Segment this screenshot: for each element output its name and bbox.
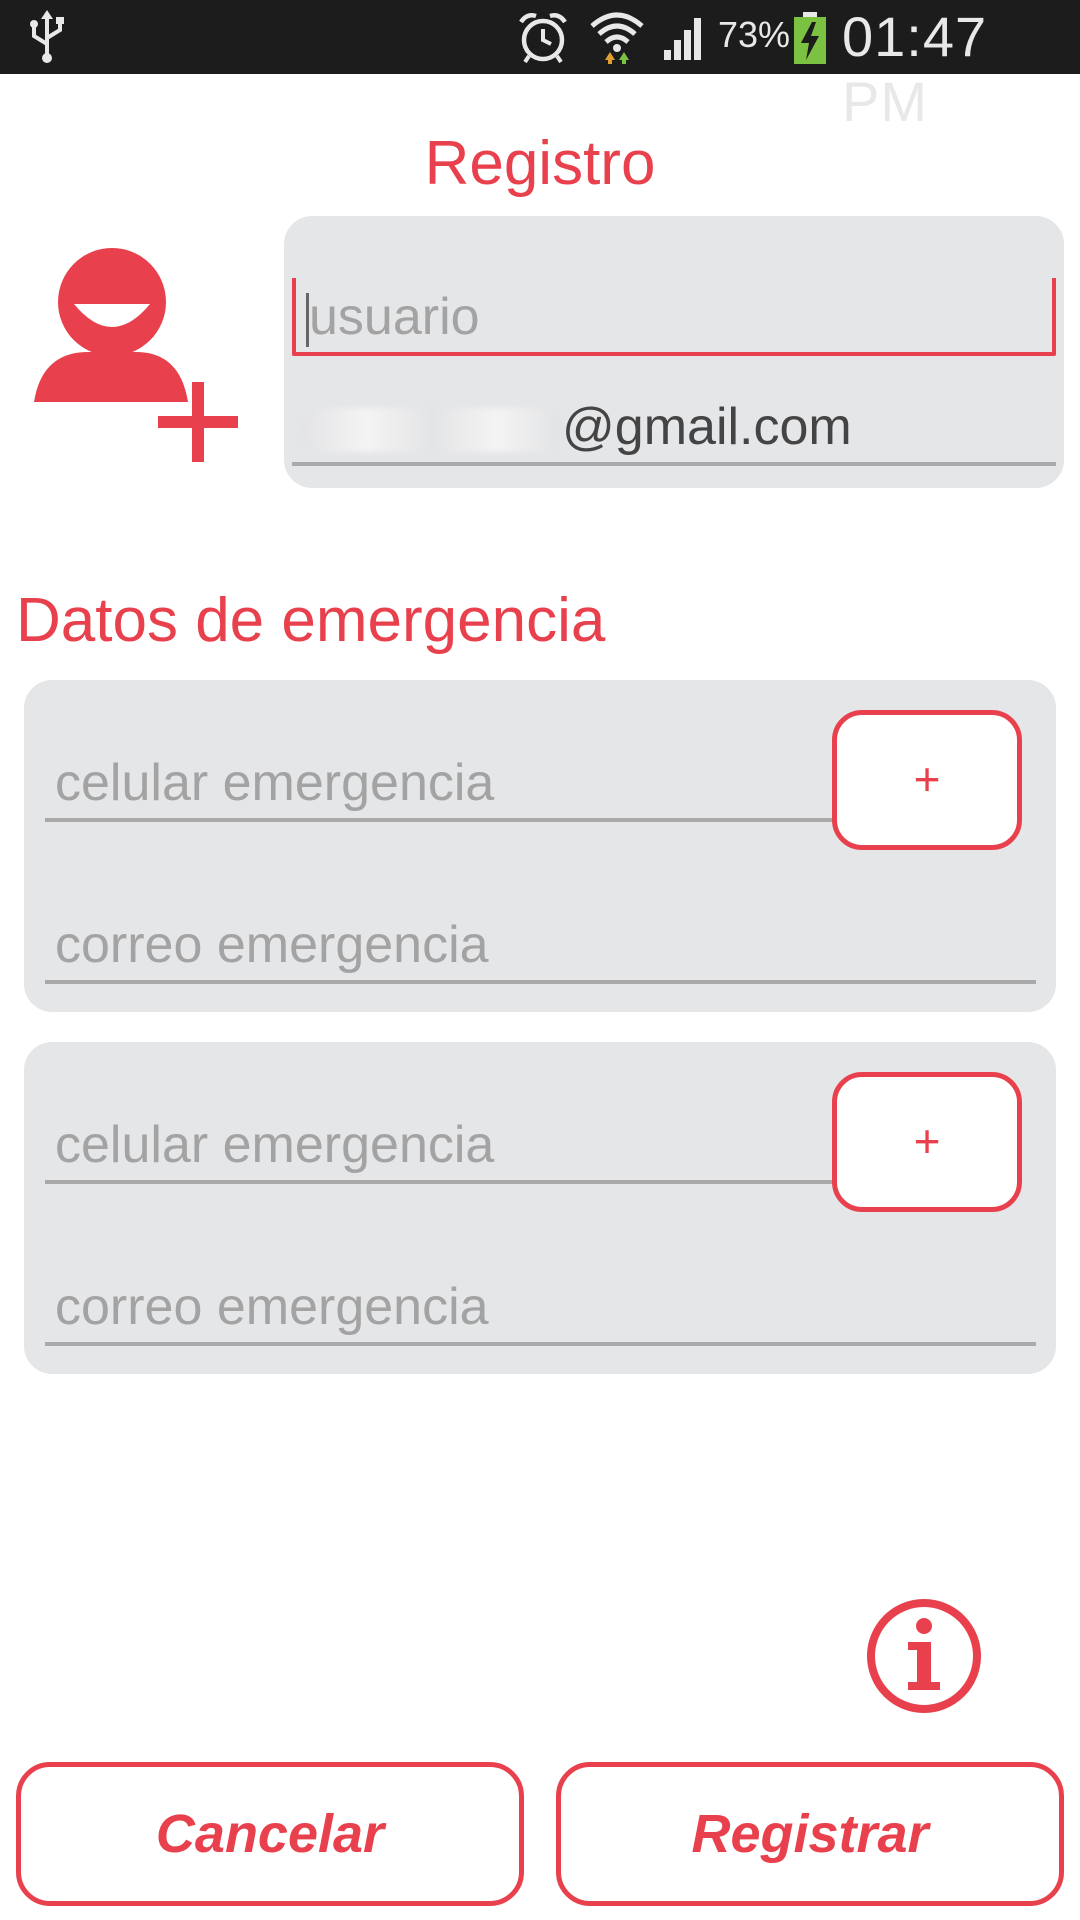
emergency-contact-card: celular emergencia + correo emergencia <box>24 680 1056 1012</box>
user-credentials-card: usuario @gmail.com <box>284 216 1064 488</box>
add-contact-button[interactable]: + <box>832 710 1022 850</box>
emergency-phone-placeholder: celular emergencia <box>55 1116 495 1174</box>
emergency-phone-input[interactable]: celular emergencia <box>45 744 846 822</box>
usb-icon <box>30 10 64 63</box>
info-icon[interactable] <box>864 1596 984 1716</box>
email-value: @gmail.com <box>562 398 852 456</box>
wifi-icon <box>590 12 644 64</box>
battery-charging-icon <box>794 12 826 64</box>
email-input[interactable]: @gmail.com <box>292 388 1056 466</box>
emergency-email-placeholder: correo emergencia <box>55 916 489 974</box>
alarm-icon <box>519 13 567 64</box>
redacted-email-prefix <box>302 408 562 453</box>
emergency-email-input[interactable]: correo emergencia <box>45 906 1036 984</box>
status-bar: 73% 01:47 PM <box>0 0 1080 133</box>
username-placeholder: usuario <box>309 288 480 346</box>
username-input[interactable]: usuario <box>292 278 1056 356</box>
emergency-phone-placeholder: celular emergencia <box>55 754 495 812</box>
page-title: Registro <box>424 129 656 198</box>
emergency-section-title: Datos de emergencia <box>16 586 606 655</box>
cancel-button[interactable]: Cancelar <box>16 1762 524 1906</box>
register-button[interactable]: Registrar <box>556 1762 1064 1906</box>
emergency-phone-input[interactable]: celular emergencia <box>45 1106 846 1184</box>
emergency-email-input[interactable]: correo emergencia <box>45 1268 1036 1346</box>
signal-icon <box>664 18 701 60</box>
status-time: 01:47 PM <box>842 5 988 133</box>
add-contact-button[interactable]: + <box>832 1072 1022 1212</box>
add-user-icon <box>34 248 238 462</box>
emergency-contact-card: celular emergencia + correo emergencia <box>24 1042 1056 1374</box>
battery-percentage: 73% <box>718 14 791 55</box>
emergency-email-placeholder: correo emergencia <box>55 1278 489 1336</box>
